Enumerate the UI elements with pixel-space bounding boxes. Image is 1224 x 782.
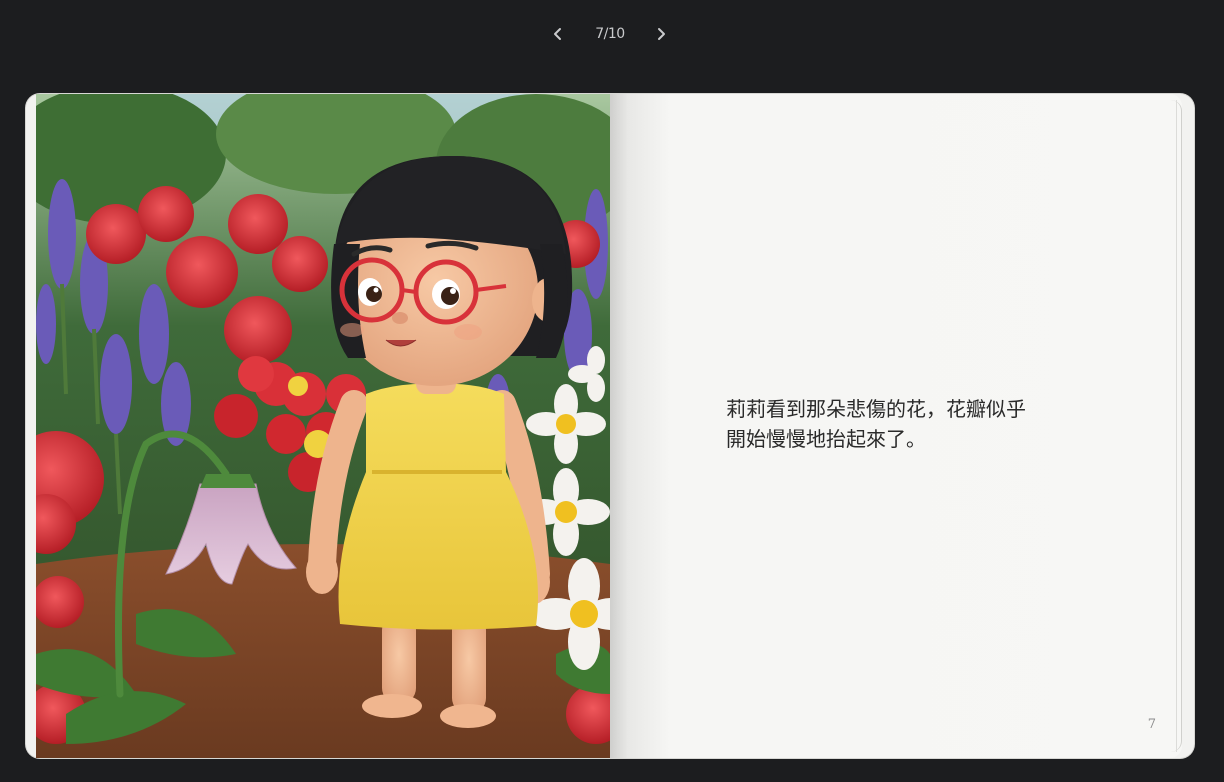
page-number: 7: [1147, 717, 1156, 732]
storybook: 莉莉看到那朵悲傷的花，花瓣似乎 開始慢慢地抬起來了。 7: [26, 94, 1194, 758]
story-text-line-2: 開始慢慢地抬起來了。: [726, 427, 926, 451]
page-counter: 7/10: [595, 26, 625, 42]
next-page-button[interactable]: [649, 22, 673, 46]
chevron-left-icon: [554, 28, 561, 40]
illustration-page: [36, 94, 610, 758]
story-text: 莉莉看到那朵悲傷的花，花瓣似乎 開始慢慢地抬起來了。: [726, 394, 1086, 454]
story-illustration: [36, 94, 610, 758]
page-edges: [1171, 100, 1182, 752]
text-page: 莉莉看到那朵悲傷的花，花瓣似乎 開始慢慢地抬起來了。 7: [610, 94, 1182, 758]
previous-page-button[interactable]: [546, 22, 570, 46]
story-text-line-1: 莉莉看到那朵悲傷的花，花瓣似乎: [726, 397, 1026, 421]
chevron-right-icon: [658, 28, 665, 40]
top-navigation-bar: 7/10: [0, 0, 1224, 68]
